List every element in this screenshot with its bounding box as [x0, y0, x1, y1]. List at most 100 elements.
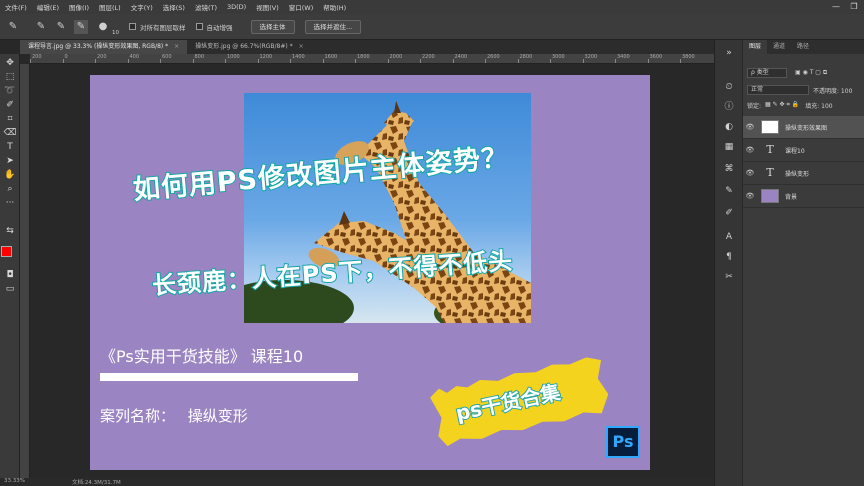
tab-puppet-warp[interactable]: 操纵变形.jpg @ 66.7%(RGB/8#) * × [187, 40, 312, 54]
menu-layer[interactable]: 图层(L) [94, 2, 126, 12]
quick-select-tool-icon[interactable]: ✐ [0, 98, 20, 112]
ruler-tick [387, 59, 389, 63]
collapse-arrows-icon[interactable]: » [722, 46, 736, 60]
quick-mask-icon[interactable]: ◘ [0, 268, 20, 282]
more-tools-icon[interactable]: ··· [0, 196, 20, 210]
adjustments-icon[interactable]: ◐ [722, 120, 736, 134]
brush-preset-icon[interactable]: ● [96, 20, 110, 34]
select-and-mask-button[interactable]: 选择并遮住... [304, 19, 362, 34]
history-icon[interactable]: ⏲ [722, 80, 736, 94]
ruler-tick [582, 59, 584, 63]
ruler-tick-label: 600 [162, 54, 172, 60]
ruler-tick [95, 59, 96, 63]
ruler-tick [355, 59, 356, 63]
foreground-color-swatch[interactable] [1, 246, 12, 257]
path-select-tool-icon[interactable]: ➤ [0, 154, 20, 168]
ruler-tick-label: 0 [64, 54, 68, 60]
menu-file[interactable]: 文件(F) [0, 2, 32, 12]
character-icon[interactable]: A [722, 230, 736, 244]
checkbox-box[interactable] [195, 23, 203, 30]
brush-size[interactable]: 10 [112, 30, 119, 36]
ruler-tick-label: 3600 [649, 54, 663, 60]
select-subject-button[interactable]: 选择主体 [250, 19, 295, 34]
subtract-selection-icon[interactable]: ✎ [74, 19, 88, 34]
ruler-tick-label: 1200 [259, 54, 273, 60]
ruler-tick-label: 2000 [389, 54, 403, 60]
restore-button[interactable]: ❐ [846, 0, 862, 14]
tools-panel: ✥ ⬚ ➰ ✐ ⌗ ⌫ T ➤ ✋ ⌕ ··· ⇆ ◘ ▭ [0, 54, 20, 486]
zoom-tool-icon[interactable]: ⌕ [0, 182, 20, 196]
new-selection-icon[interactable]: ✎ [34, 20, 48, 34]
fill-label[interactable]: 填充: 100 [805, 101, 832, 110]
minimize-button[interactable]: — [828, 0, 844, 14]
document-tabs: 课程导言.jpg @ 33.3% (操纵变形效果图, RGB/8) * × 操纵… [20, 40, 714, 54]
add-to-selection-icon[interactable]: ✎ [54, 20, 68, 34]
close-icon[interactable]: × [174, 40, 179, 54]
options-bar: ✎ ✎ ✎ ✎ ● 10 对所有图层取样 自动增强 选择主体 选择并遮住... [0, 14, 864, 40]
sample-all-layers-checkbox[interactable]: 对所有图层取样 [129, 22, 186, 32]
type-tool-icon[interactable]: T [0, 140, 20, 154]
layer-row[interactable]: 👁 操纵变形效果图 [743, 116, 864, 139]
hand-tool-icon[interactable]: ✋ [0, 168, 20, 182]
info-icon[interactable]: ⓘ [722, 100, 736, 114]
zoom-level[interactable]: 33.33% [4, 478, 25, 484]
layer-row[interactable]: 👁 背景 [743, 185, 864, 208]
swap-colors-icon[interactable]: ⇆ [0, 224, 20, 238]
screen-mode-icon[interactable]: ▭ [0, 282, 20, 296]
opacity-label[interactable]: 不透明度: 100 [813, 86, 852, 95]
menu-help[interactable]: 帮助(H) [318, 2, 351, 12]
paragraph-icon[interactable]: ¶ [722, 250, 736, 264]
case-name: 操纵变形 [187, 407, 248, 425]
tab-channels[interactable]: 通道 [767, 40, 791, 54]
ps-logo: Ps [606, 426, 640, 458]
filter-icons[interactable]: ▣ ◉ T ▢ ⧉ [795, 69, 827, 77]
lasso-tool-icon[interactable]: ➰ [0, 84, 20, 98]
tools-preset-icon[interactable]: ✂ [722, 270, 736, 284]
menu-view[interactable]: 视图(V) [251, 2, 284, 12]
ruler-tick [30, 59, 31, 63]
move-tool-icon[interactable]: ✥ [0, 56, 20, 70]
layer-row[interactable]: 👁 T 操纵变形 [743, 162, 864, 185]
paths-icon[interactable]: ⌘ [722, 162, 736, 176]
marquee-tool-icon[interactable]: ⬚ [0, 70, 20, 84]
quick-select-tool-icon[interactable]: ✎ [6, 20, 20, 34]
menu-select[interactable]: 选择(S) [158, 2, 190, 12]
crop-tool-icon[interactable]: ⌗ [0, 112, 20, 126]
menu-edit[interactable]: 编辑(E) [32, 2, 64, 12]
ruler-tick-label: 3400 [617, 54, 630, 60]
eye-icon[interactable]: 👁 [743, 192, 757, 200]
tab-course-intro[interactable]: 课程导言.jpg @ 33.3% (操纵变形效果图, RGB/8) * × [20, 40, 188, 54]
close-icon[interactable]: × [299, 40, 304, 54]
eye-icon[interactable]: 👁 [743, 123, 757, 131]
brushes-icon[interactable]: ✎ [722, 184, 736, 198]
blend-mode-select[interactable]: 正常 [747, 85, 809, 95]
auto-enhance-checkbox[interactable]: 自动增强 [195, 22, 233, 32]
menu-window[interactable]: 窗口(W) [284, 2, 319, 12]
eraser-tool-icon[interactable]: ⌫ [0, 126, 20, 140]
eye-icon[interactable]: 👁 [743, 146, 757, 154]
case-label-text: 案列名称： [100, 407, 176, 425]
checkbox-box[interactable] [129, 23, 136, 30]
layer-kind-select[interactable]: ρ 类型 [747, 68, 787, 78]
layer-row[interactable]: 👁 T 课程10 [743, 139, 864, 162]
eye-icon[interactable]: 👁 [743, 169, 757, 177]
menu-3d[interactable]: 3D(D) [222, 3, 251, 11]
text-layer-icon: T [766, 166, 774, 179]
background-thumbnail [761, 189, 779, 203]
layer-name: 操纵变形 [785, 170, 810, 178]
menu-image[interactable]: 图像(I) [64, 2, 94, 12]
ruler-tick [257, 59, 259, 63]
panel-tabs: 图层 通道 路径 [743, 40, 864, 54]
menu-type[interactable]: 文字(Y) [126, 2, 158, 12]
ruler-tick [517, 59, 519, 63]
brush-settings-icon[interactable]: ✐ [722, 206, 736, 220]
ruler-tick [160, 59, 161, 63]
ruler-tick [225, 59, 226, 63]
tab-layers[interactable]: 图层 [743, 40, 768, 54]
layers-panel: 图层 通道 路径 ρ 类型 ▣ ◉ T ▢ ⧉ 正常 不透明度: 100 锁定:… [743, 40, 864, 486]
lock-row: 锁定: ▦ ✎ ✥ ⌗ 🔒 填充: 100 [743, 98, 864, 112]
swatches-icon[interactable]: ▦ [722, 140, 736, 154]
menu-filter[interactable]: 滤镜(T) [190, 2, 222, 12]
lock-icons[interactable]: ▦ ✎ ✥ ⌗ 🔒 [765, 101, 799, 109]
tab-paths[interactable]: 路径 [791, 40, 815, 54]
